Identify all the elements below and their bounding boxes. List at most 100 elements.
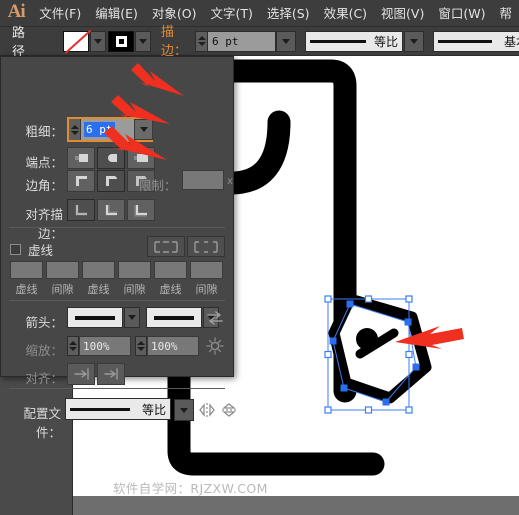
menu-item-effect[interactable]: 效果(C) (317, 0, 374, 27)
dashed-line-checkbox[interactable] (10, 244, 21, 255)
width-profile-value: 等比 (141, 402, 166, 417)
watermark-text: 软件自学网：RJZXW.COM (113, 481, 268, 496)
width-profile-dropdown[interactable] (404, 30, 425, 52)
projecting-cap-icon (133, 154, 148, 162)
arrow-start-select[interactable] (67, 307, 140, 328)
panel-divider (9, 388, 225, 389)
menu-item-help[interactable]: 帮 (492, 0, 519, 27)
chevron-down-icon (139, 127, 148, 132)
scale-end-stepper[interactable] (135, 336, 147, 356)
chevron-down-icon (197, 42, 206, 46)
align-outside-icon (134, 205, 147, 217)
flip-along-icon[interactable] (221, 402, 237, 421)
profile-preview-line (310, 39, 367, 43)
miter-limit-input[interactable] (182, 170, 224, 190)
arrowheads-label: 箭头： (25, 315, 63, 330)
width-profile-select[interactable]: 等比 (305, 30, 404, 52)
extend-arrow-beyond-button[interactable] (67, 363, 95, 385)
arrow-start-preview[interactable] (67, 307, 123, 328)
gap-caption-3: 间隙 (195, 283, 218, 296)
menu-item-window[interactable]: 窗口(W) (431, 0, 492, 27)
brush-definition-select[interactable]: 基本 (433, 30, 519, 52)
align-stroke-outside-button[interactable] (127, 199, 155, 221)
dash-captions-row: 虚线 间隙 虚线 间隙 虚线 间隙 (10, 281, 223, 297)
butt-cap-icon (74, 154, 88, 162)
stroke-cap-group[interactable] (67, 147, 157, 169)
stroke-weight-input[interactable]: 6 pt (208, 30, 277, 52)
align-inside-icon (105, 205, 117, 216)
profile-preview-line (70, 407, 130, 411)
arrow-end-preview[interactable] (146, 307, 202, 328)
gap-field-1[interactable] (46, 261, 79, 279)
extend-arrow-icon (73, 368, 89, 380)
stroke-weight-stepper[interactable] (69, 119, 81, 140)
arrow-none-line (75, 315, 115, 320)
fill-dropdown[interactable] (90, 30, 107, 52)
miter-join-button[interactable] (67, 170, 95, 192)
stroke-weight-dropdown[interactable] (276, 30, 297, 52)
arrow-scale-start[interactable]: 100% (67, 336, 131, 356)
dash-field-3[interactable] (154, 261, 187, 279)
miter-limit-label: 限制： (139, 178, 177, 193)
stroke-weight-value[interactable]: 6 pt (84, 122, 115, 137)
dash-fields-row[interactable] (10, 261, 223, 279)
dash-field-1[interactable] (10, 261, 43, 279)
brush-preview-line (438, 39, 493, 43)
arrow-align-group[interactable] (67, 363, 127, 385)
butt-cap-button[interactable] (67, 147, 95, 169)
scale-start-stepper[interactable] (67, 336, 79, 356)
stroke-weight-stepper[interactable] (195, 30, 209, 52)
round-cap-icon (107, 154, 117, 162)
dashed-line-label: 虚线 (28, 243, 54, 258)
control-bar: 路径 描边： 6 pt 等比 基本 (0, 25, 519, 61)
dashed-line-toggle[interactable]: 虚线 (10, 240, 53, 259)
width-profile-label: 配置文件： (23, 406, 61, 440)
menu-item-view[interactable]: 视图(V) (374, 0, 431, 27)
panel-divider (9, 227, 225, 228)
scale-end-input[interactable]: 100% (147, 336, 199, 356)
stroke-align-group[interactable] (67, 199, 157, 221)
align-stroke-inside-button[interactable] (97, 199, 125, 221)
arrow-scale-end[interactable]: 100% (135, 336, 199, 356)
arrow-start-dropdown[interactable] (124, 307, 140, 328)
dash-adjust-icon (194, 240, 218, 253)
link-scale-icon[interactable] (206, 337, 224, 358)
dash-field-2[interactable] (82, 261, 115, 279)
menu-item-edit[interactable]: 编辑(E) (88, 0, 145, 27)
stroke-dropdown[interactable] (135, 30, 152, 52)
menu-item-select[interactable]: 选择(S) (260, 0, 317, 27)
selection-overlay[interactable] (320, 271, 440, 421)
chevron-up-icon (197, 36, 206, 40)
stroke-weight-dropdown[interactable] (134, 119, 153, 140)
dash-caption-3: 虚线 (159, 283, 182, 296)
stroke-weight-label[interactable]: 描边： (161, 21, 187, 61)
chevron-down-icon (69, 347, 77, 351)
swap-arrows-icon[interactable] (206, 310, 224, 329)
stroke-swatch[interactable] (108, 30, 135, 52)
fill-swatch[interactable] (63, 30, 90, 52)
align-stroke-center-button[interactable] (67, 199, 95, 221)
flip-across-icon[interactable] (198, 402, 216, 421)
chevron-down-icon (70, 130, 79, 135)
gap-field-2[interactable] (118, 261, 151, 279)
align-center-icon (75, 205, 87, 216)
dash-alignment-group[interactable] (147, 236, 225, 257)
scale-start-input[interactable]: 100% (79, 336, 131, 356)
stroke-weight-label: 粗细： (25, 124, 63, 139)
dash-adjust-to-fit-button[interactable] (187, 236, 225, 257)
gap-caption-1: 间隙 (51, 283, 74, 296)
projecting-cap-button[interactable] (127, 147, 155, 169)
round-cap-button[interactable] (97, 147, 125, 169)
round-join-button[interactable] (97, 170, 125, 192)
width-profile-select[interactable]: 等比 (65, 398, 171, 420)
stroke-align-label: 对齐描边： (25, 207, 63, 241)
arrow-scale-label: 缩放： (25, 343, 63, 358)
place-arrow-at-end-button[interactable] (97, 363, 125, 385)
menu-item-file[interactable]: 文件(F) (32, 0, 88, 27)
dash-preserve-exact-button[interactable] (147, 236, 185, 257)
width-profile-dropdown[interactable] (174, 399, 194, 421)
menu-item-type[interactable]: 文字(T) (203, 0, 259, 27)
arrow-none-line (154, 315, 194, 320)
gap-field-3[interactable] (190, 261, 223, 279)
chevron-down-icon (139, 38, 148, 44)
